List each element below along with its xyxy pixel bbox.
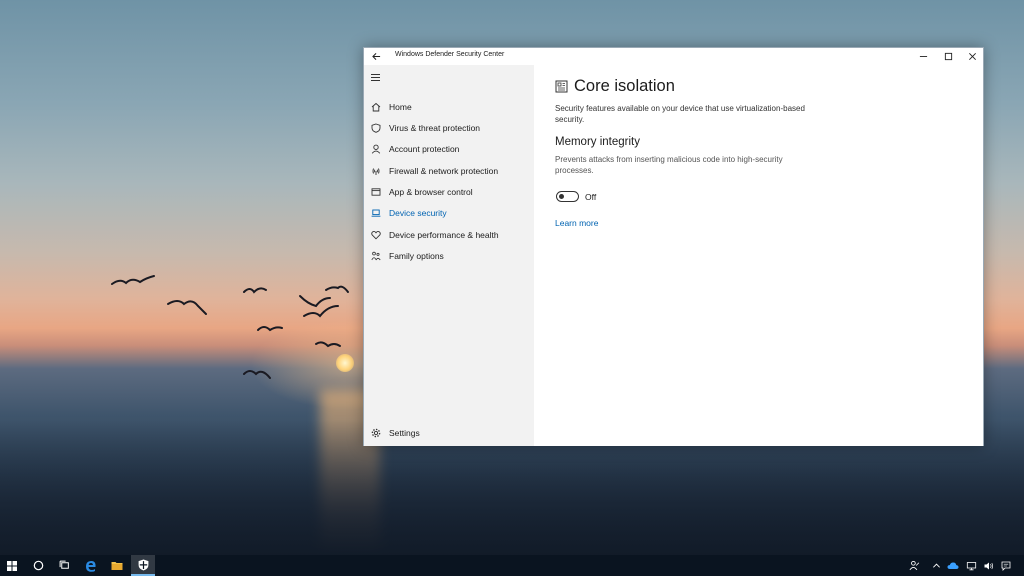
security-center-window: Windows Defender Security Center Home Vi… [363,47,984,446]
sidebar-item-app-browser-control[interactable]: App & browser control [364,182,534,202]
cortana-circle-icon [33,560,43,571]
sidebar-item-home[interactable]: Home [364,97,534,117]
hamburger-menu-icon[interactable] [371,74,381,82]
gear-icon [371,428,381,438]
tray-onedrive-button[interactable] [945,555,961,576]
onedrive-cloud-icon [947,562,959,569]
sidebar-item-family-options[interactable]: Family options [364,246,534,266]
tray-network-button[interactable] [963,555,979,576]
network-icon [966,561,976,570]
speaker-icon [984,562,993,569]
windows-logo-icon [7,560,17,571]
taskbar-edge-button[interactable] [79,555,103,576]
taskbar-security-center-button[interactable] [131,555,155,576]
notification-icon [1001,561,1011,571]
taskbar-file-explorer-button[interactable] [105,555,129,576]
laptop-icon [371,209,381,217]
minimize-icon [919,56,927,57]
sidebar-item-account-protection[interactable]: Account protection [364,139,534,159]
window-title: Windows Defender Security Center [395,51,505,58]
sidebar-item-label: Home [389,102,412,112]
main-content: Core isolation Security features availab… [534,65,983,446]
page-description: Security features available on your devi… [555,104,805,124]
sidebar-item-label: Device security [389,208,447,218]
sidebar-item-label: Settings [389,428,420,438]
learn-more-link[interactable]: Learn more [555,218,598,228]
toggle-state-label: Off [585,192,597,202]
sidebar-item-label: App & browser control [389,187,473,197]
sidebar: Home Virus & threat protection Account p… [364,65,534,446]
home-icon [371,102,381,112]
heart-icon [371,231,381,240]
memory-integrity-description: Prevents attacks from inserting maliciou… [555,155,783,175]
app-window-icon [371,188,381,196]
tray-show-hidden-icons-button[interactable] [928,555,944,576]
taskbar [0,555,1024,576]
sidebar-item-label: Account protection [389,144,460,154]
page-title: Core isolation [574,77,675,95]
memory-integrity-title: Memory integrity [555,136,640,148]
folder-icon [111,562,123,570]
core-isolation-chip-icon [555,80,568,93]
edge-icon [86,560,96,572]
minimize-button[interactable] [911,48,935,65]
back-arrow-icon [371,52,380,61]
sidebar-item-label: Family options [389,251,444,261]
close-icon [968,53,976,60]
cortana-button[interactable] [26,555,50,576]
sidebar-item-firewall-network-protection[interactable]: Firewall & network protection [364,161,534,181]
tray-people-button[interactable] [906,555,922,576]
sidebar-item-virus-threat-protection[interactable]: Virus & threat protection [364,118,534,138]
shield-icon [371,123,381,133]
sidebar-item-settings[interactable]: Settings [364,423,534,443]
toggle-knob [559,193,564,199]
sidebar-item-label: Device performance & health [389,230,499,240]
back-button[interactable] [368,48,384,65]
person-icon [371,144,381,154]
sidebar-item-device-security[interactable]: Device security [364,203,534,223]
tray-action-center-button[interactable] [998,555,1014,576]
tray-volume-button[interactable] [980,555,996,576]
sidebar-item-label: Virus & threat protection [389,123,481,133]
title-bar: Windows Defender Security Center [364,48,983,65]
sidebar-item-device-performance-health[interactable]: Device performance & health [364,225,534,245]
wifi-icon [372,168,380,175]
start-button[interactable] [0,555,24,576]
people-icon [909,560,919,571]
maximize-button[interactable] [936,48,960,65]
task-view-button[interactable] [52,555,76,576]
maximize-icon [944,52,952,61]
chevron-up-icon [932,563,940,568]
family-icon [371,251,381,261]
defender-shield-icon [138,559,148,570]
memory-integrity-toggle[interactable] [556,191,579,202]
sidebar-item-label: Firewall & network protection [389,166,499,176]
close-button[interactable] [960,48,984,65]
task-view-icon [59,560,69,569]
